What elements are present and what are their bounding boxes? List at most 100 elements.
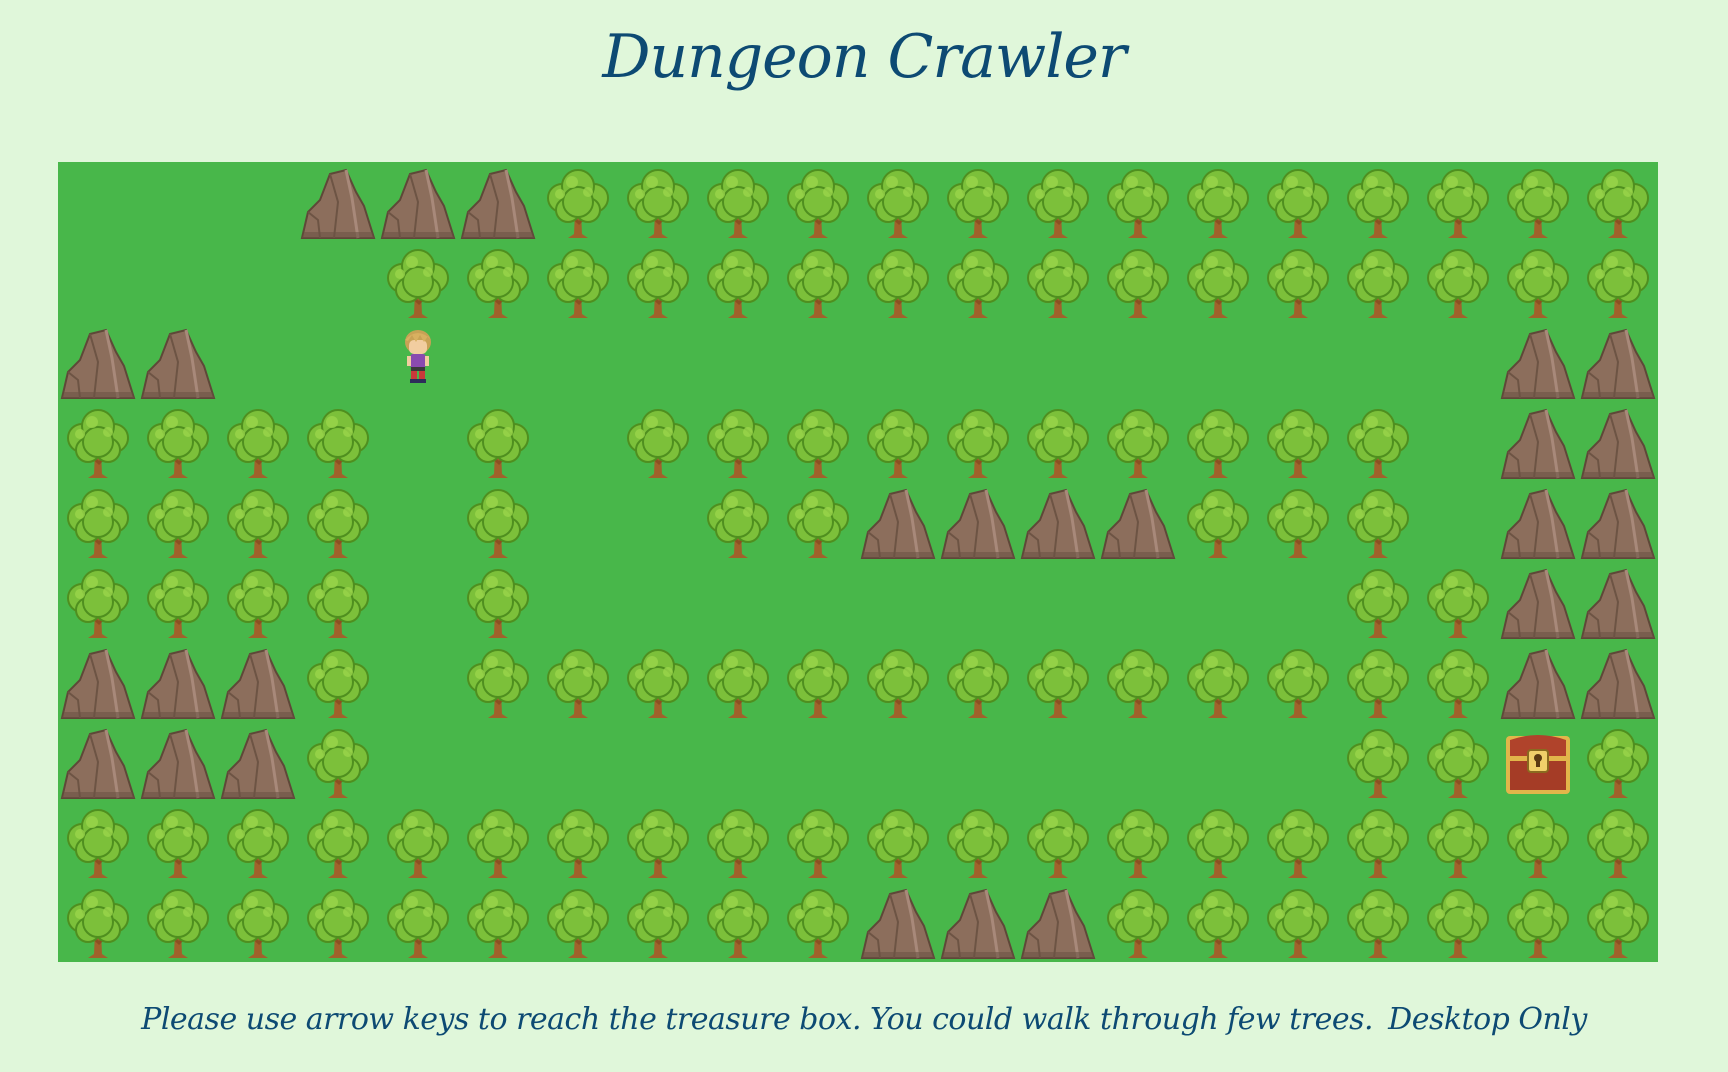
- tree-tile: [458, 402, 538, 482]
- tree-tile: [1418, 242, 1498, 322]
- tree-tile: [1018, 162, 1098, 242]
- tree-tile: [618, 242, 698, 322]
- tree-tile: [1418, 882, 1498, 962]
- game-board[interactable]: [58, 162, 1658, 962]
- tree-tile: [58, 402, 138, 482]
- tree-tile: [1338, 642, 1418, 722]
- tree-tile: [938, 162, 1018, 242]
- tree-tile: [778, 402, 858, 482]
- tree-tile: [1258, 882, 1338, 962]
- tree-tile: [138, 482, 218, 562]
- rock-tile: [1578, 322, 1658, 402]
- tree-tile: [298, 402, 378, 482]
- tree-tile: [1258, 162, 1338, 242]
- tree-tile: [298, 722, 378, 802]
- rock-tile: [858, 882, 938, 962]
- tree-tile: [458, 802, 538, 882]
- tree-tile: [1178, 882, 1258, 962]
- tree-tile: [1498, 882, 1578, 962]
- tree-tile: [1418, 162, 1498, 242]
- tree-tile: [1338, 802, 1418, 882]
- tree-tile: [778, 162, 858, 242]
- rock-tile: [378, 162, 458, 242]
- rock-tile: [1018, 482, 1098, 562]
- tree-tile: [458, 562, 538, 642]
- tree-tile: [938, 802, 1018, 882]
- tree-tile: [618, 162, 698, 242]
- tree-tile: [1178, 402, 1258, 482]
- tree-tile: [1258, 642, 1338, 722]
- tree-tile: [1498, 162, 1578, 242]
- tree-tile: [1418, 802, 1498, 882]
- rock-tile: [58, 642, 138, 722]
- tree-tile: [138, 882, 218, 962]
- rock-tile: [858, 482, 938, 562]
- tree-tile: [1498, 242, 1578, 322]
- tree-tile: [1018, 642, 1098, 722]
- tree-tile: [378, 882, 458, 962]
- rock-tile: [458, 162, 538, 242]
- rock-tile: [58, 722, 138, 802]
- tree-tile: [1018, 802, 1098, 882]
- tree-tile: [778, 642, 858, 722]
- tree-tile: [218, 562, 298, 642]
- tree-tile: [1098, 242, 1178, 322]
- tree-tile: [778, 882, 858, 962]
- tree-tile: [1258, 402, 1338, 482]
- rock-tile: [1578, 562, 1658, 642]
- tree-tile: [1338, 242, 1418, 322]
- tree-tile: [218, 882, 298, 962]
- tree-tile: [1258, 802, 1338, 882]
- tree-tile: [1258, 482, 1338, 562]
- tree-tile: [1338, 722, 1418, 802]
- tree-tile: [58, 482, 138, 562]
- rock-tile: [218, 722, 298, 802]
- rock-tile: [218, 642, 298, 722]
- tree-tile: [938, 642, 1018, 722]
- rock-tile: [138, 642, 218, 722]
- tree-tile: [1578, 162, 1658, 242]
- tree-tile: [1578, 882, 1658, 962]
- rock-tile: [298, 162, 378, 242]
- tree-tile: [858, 802, 938, 882]
- tree-tile: [1178, 802, 1258, 882]
- tree-tile: [778, 242, 858, 322]
- tree-tile: [698, 162, 778, 242]
- tree-tile: [698, 482, 778, 562]
- tree-tile: [538, 242, 618, 322]
- tree-tile: [218, 802, 298, 882]
- tree-tile: [1338, 162, 1418, 242]
- treasure-chest: [1498, 722, 1578, 802]
- tree-tile: [858, 162, 938, 242]
- player-character: [378, 322, 458, 402]
- tree-tile: [698, 242, 778, 322]
- tree-tile: [698, 882, 778, 962]
- tree-tile: [458, 642, 538, 722]
- tree-tile: [1178, 162, 1258, 242]
- instructions-text: Please use arrow keys to reach the treas…: [141, 1002, 1374, 1037]
- rock-tile: [1578, 482, 1658, 562]
- tree-tile: [858, 642, 938, 722]
- rock-tile: [138, 322, 218, 402]
- tree-tile: [1098, 882, 1178, 962]
- tree-tile: [538, 162, 618, 242]
- tree-tile: [458, 882, 538, 962]
- tree-tile: [1018, 242, 1098, 322]
- rock-tile: [1498, 562, 1578, 642]
- tree-tile: [138, 402, 218, 482]
- instructions: Please use arrow keys to reach the treas…: [0, 1002, 1728, 1037]
- rock-tile: [1098, 482, 1178, 562]
- rock-tile: [938, 482, 1018, 562]
- tree-tile: [538, 802, 618, 882]
- tree-tile: [538, 882, 618, 962]
- tree-tile: [1178, 642, 1258, 722]
- tree-tile: [618, 402, 698, 482]
- rock-tile: [1018, 882, 1098, 962]
- tree-tile: [1178, 482, 1258, 562]
- tree-tile: [458, 482, 538, 562]
- tree-tile: [1338, 482, 1418, 562]
- tree-tile: [1578, 722, 1658, 802]
- tree-tile: [378, 242, 458, 322]
- tree-tile: [858, 242, 938, 322]
- tree-tile: [138, 562, 218, 642]
